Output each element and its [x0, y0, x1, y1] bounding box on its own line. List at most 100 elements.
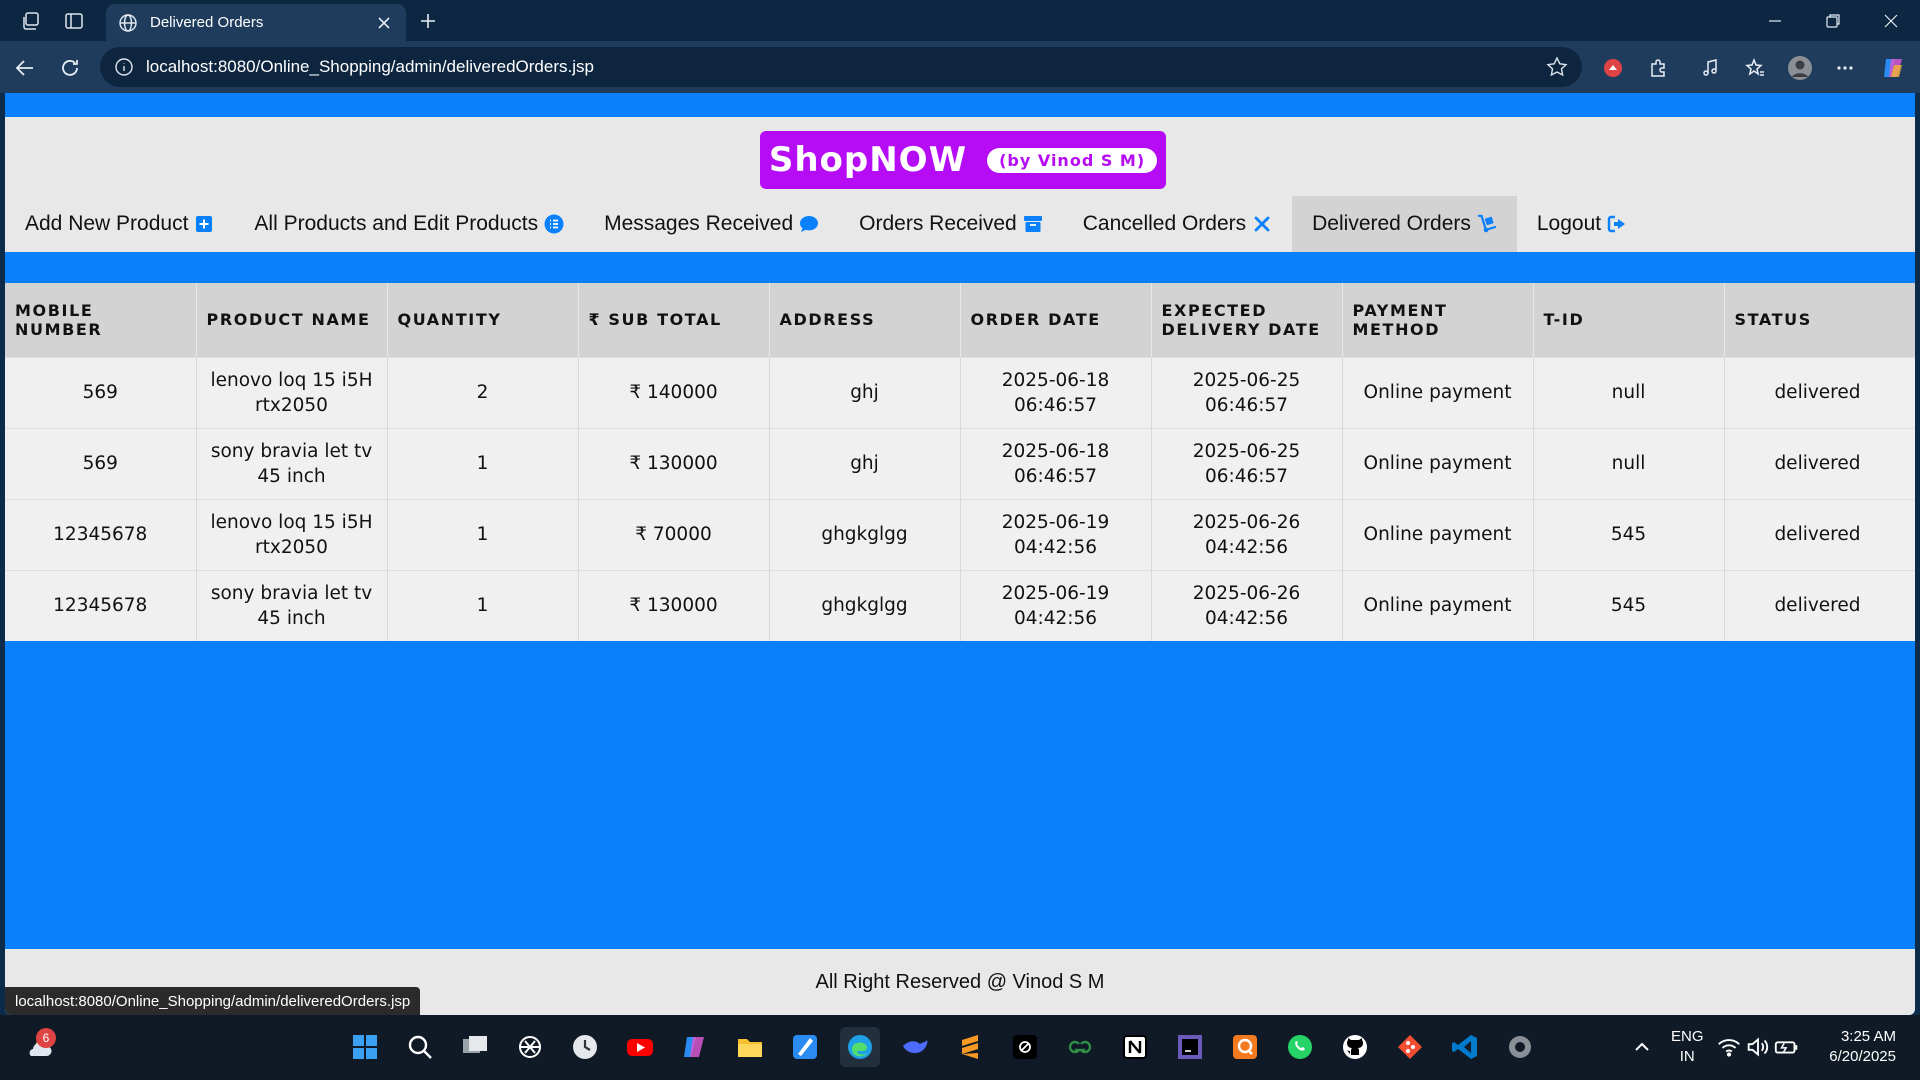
- minimize-icon[interactable]: [1755, 6, 1795, 36]
- cell-subtotal: ₹ 130000: [578, 427, 770, 499]
- nav-label: Messages Received: [604, 212, 794, 235]
- url-text: localhost:8080/Online_Shopping/admin/del…: [146, 57, 594, 76]
- windows-start-icon[interactable]: [345, 1027, 385, 1067]
- notification-badge: 6: [36, 1028, 56, 1048]
- qbittorrent-icon[interactable]: [1225, 1027, 1265, 1067]
- nav-cancelled-orders[interactable]: Cancelled Orders: [1063, 196, 1292, 252]
- deepseek-icon[interactable]: [895, 1027, 935, 1067]
- globe-icon: [118, 13, 138, 33]
- wifi-icon[interactable]: [1715, 1027, 1743, 1067]
- media-icon[interactable]: [1696, 53, 1726, 83]
- cell-quantity: 1: [387, 498, 579, 570]
- file-explorer-icon[interactable]: [730, 1027, 770, 1067]
- cell-status: delivered: [1724, 427, 1915, 499]
- battery-power-icon[interactable]: [1773, 1027, 1801, 1067]
- cell-product: lenovo loq 15 i5H rtx2050: [196, 356, 388, 428]
- drawing-app-icon[interactable]: [785, 1027, 825, 1067]
- brand-logo[interactable]: ShopNOW (by Vinod S M): [760, 131, 1166, 189]
- vscode-icon[interactable]: [1445, 1027, 1485, 1067]
- cell-delivery-date: 2025-06-26 04:42:56: [1151, 498, 1343, 570]
- intellij-icon[interactable]: [1170, 1027, 1210, 1067]
- cell-payment: Online payment: [1342, 498, 1534, 570]
- cell-delivery-date: 2025-06-25 06:46:57: [1151, 356, 1343, 428]
- search-icon[interactable]: [400, 1027, 440, 1067]
- clock-date: 6/20/2025: [1829, 1048, 1896, 1065]
- cell-quantity: 1: [387, 427, 579, 499]
- edge-browser-icon[interactable]: [840, 1027, 880, 1067]
- whatsapp-icon[interactable]: [1280, 1027, 1320, 1067]
- copilot-app-icon[interactable]: [675, 1027, 715, 1067]
- extensions-puzzle-icon[interactable]: [1644, 53, 1674, 83]
- volume-icon[interactable]: [1744, 1027, 1772, 1067]
- cell-order-date: 2025-06-19 04:42:56: [960, 569, 1152, 641]
- status-url: localhost:8080/Online_Shopping/admin/del…: [15, 992, 411, 1010]
- task-view-icon[interactable]: [455, 1027, 495, 1067]
- column-header-quantity: QUANTITY: [387, 283, 579, 357]
- settings-gear-icon[interactable]: [1500, 1027, 1540, 1067]
- table-header-row: MOBILE NUMBER PRODUCT NAME QUANTITY ₹ SU…: [5, 283, 1915, 357]
- close-icon: [1252, 214, 1272, 234]
- language-indicator[interactable]: ENG IN: [1671, 1027, 1704, 1067]
- favorite-star-icon[interactable]: [1546, 56, 1568, 78]
- page-viewport: ShopNOW (by Vinod S M) Add New Product A…: [5, 93, 1915, 1015]
- windows-taskbar: ENG IN 3:25 AM 6/20/2025: [0, 1015, 1920, 1080]
- notion-icon[interactable]: [1115, 1027, 1155, 1067]
- copilot-icon[interactable]: [1878, 53, 1908, 83]
- favorites-icon[interactable]: [1740, 53, 1770, 83]
- restore-icon[interactable]: [1813, 6, 1853, 36]
- cell-address: ghj: [769, 356, 961, 428]
- column-header-mobile-number: MOBILE NUMBER: [5, 283, 197, 357]
- cell-product: lenovo loq 15 i5H rtx2050: [196, 498, 388, 570]
- nav-messages-received[interactable]: Messages Received: [584, 196, 839, 252]
- column-header-status: STATUS: [1724, 283, 1915, 357]
- list-icon: [544, 214, 564, 234]
- cell-delivery-date: 2025-06-26 04:42:56: [1151, 569, 1343, 641]
- cell-address: ghj: [769, 427, 961, 499]
- nav-delivered-orders[interactable]: Delivered Orders: [1292, 196, 1517, 252]
- nav-orders-received[interactable]: Orders Received: [839, 196, 1063, 252]
- cell-mobile: 569: [5, 427, 197, 499]
- nav-all-products[interactable]: All Products and Edit Products: [234, 196, 584, 252]
- close-tab-icon[interactable]: [374, 13, 394, 33]
- nav-logout[interactable]: Logout: [1517, 196, 1647, 252]
- site-info-icon[interactable]: [114, 57, 134, 77]
- window-close-icon[interactable]: [1871, 6, 1911, 36]
- extension-red-icon[interactable]: [1598, 53, 1628, 83]
- cell-status: delivered: [1724, 356, 1915, 428]
- profile-avatar[interactable]: [1785, 53, 1815, 83]
- nav-add-new-product[interactable]: Add New Product: [5, 196, 234, 252]
- vertical-tabs-icon[interactable]: [61, 8, 87, 34]
- nav-label: Orders Received: [859, 212, 1017, 235]
- cursor-app-icon[interactable]: [1005, 1027, 1045, 1067]
- table-row: 569 lenovo loq 15 i5H rtx2050 2 ₹ 140000…: [5, 356, 1915, 428]
- archive-icon: [1023, 214, 1043, 234]
- refresh-icon[interactable]: [55, 53, 85, 83]
- workspaces-icon[interactable]: [17, 8, 43, 34]
- chatgpt-icon[interactable]: [510, 1027, 550, 1067]
- sublime-text-icon[interactable]: [950, 1027, 990, 1067]
- git-icon[interactable]: [1390, 1027, 1430, 1067]
- comment-icon: [799, 214, 819, 234]
- new-tab-icon[interactable]: [414, 7, 442, 35]
- system-clock[interactable]: 3:25 AM 6/20/2025: [1829, 1027, 1896, 1067]
- nav-label: All Products and Edit Products: [254, 212, 539, 235]
- github-icon[interactable]: [1335, 1027, 1375, 1067]
- column-header-t-id: T-ID: [1533, 283, 1725, 357]
- show-hidden-icons-chevron[interactable]: [1622, 1027, 1662, 1067]
- cell-delivery-date: 2025-06-25 06:46:57: [1151, 427, 1343, 499]
- back-arrow-icon[interactable]: [10, 53, 40, 83]
- cell-quantity: 2: [387, 356, 579, 428]
- column-header-product-name: PRODUCT NAME: [196, 283, 388, 357]
- plus-square-icon: [194, 214, 214, 234]
- geeksforgeeks-icon[interactable]: [1060, 1027, 1100, 1067]
- youtube-icon[interactable]: [620, 1027, 660, 1067]
- cell-payment: Online payment: [1342, 356, 1534, 428]
- browser-tab-active[interactable]: Delivered Orders: [106, 4, 406, 41]
- cell-address: ghgkglgg: [769, 498, 961, 570]
- address-bar[interactable]: localhost:8080/Online_Shopping/admin/del…: [100, 47, 1582, 87]
- dolly-icon: [1477, 214, 1497, 234]
- cell-order-date: 2025-06-19 04:42:56: [960, 498, 1152, 570]
- more-options-icon[interactable]: [1830, 53, 1860, 83]
- delivered-orders-table: MOBILE NUMBER PRODUCT NAME QUANTITY ₹ SU…: [5, 283, 1915, 641]
- clock-app-icon[interactable]: [565, 1027, 605, 1067]
